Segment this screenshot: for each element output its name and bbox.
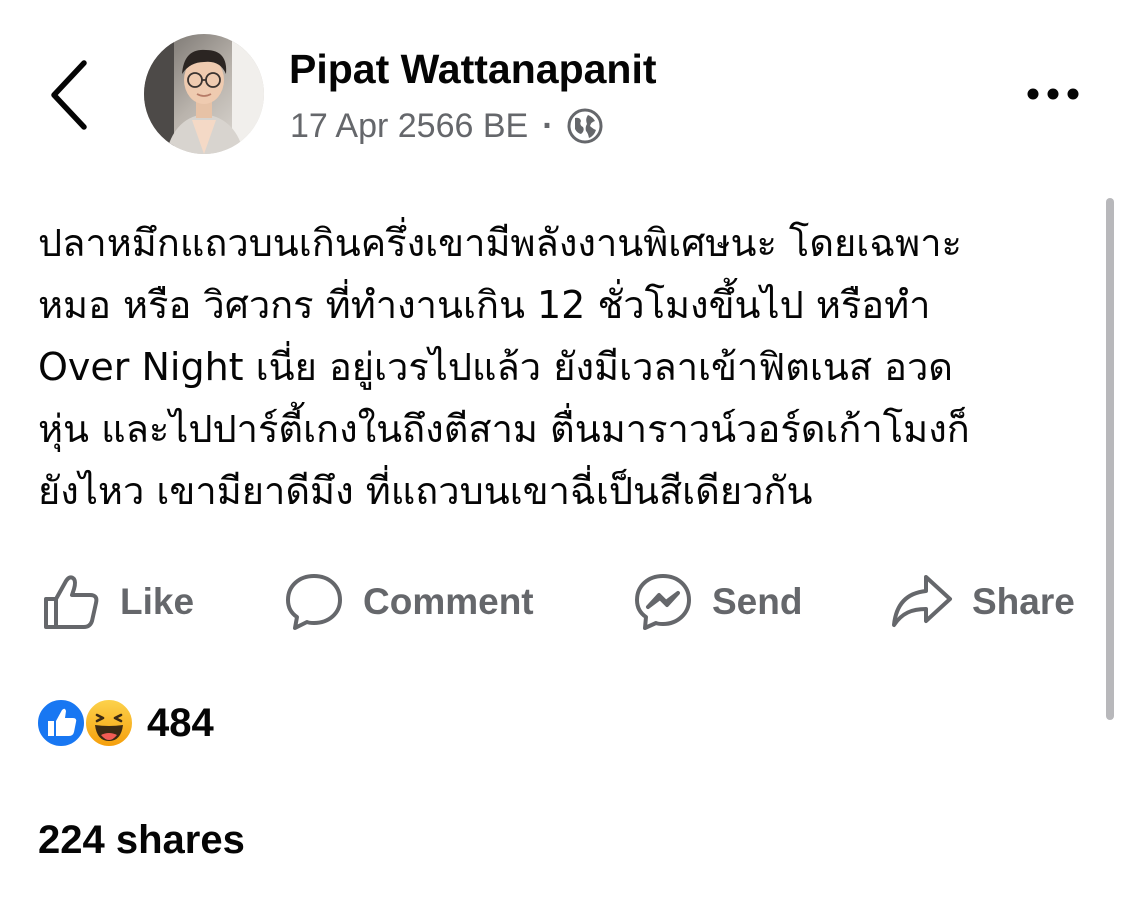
reactions-summary[interactable]: 484 [35,695,214,751]
avatar[interactable] [144,34,264,154]
share-arrow-icon [892,575,952,627]
chevron-left-icon [51,60,87,130]
meta-separator: · [542,106,554,145]
post-meta: 17 Apr 2566 BE · [290,104,604,148]
post-timestamp[interactable]: 17 Apr 2566 BE [290,107,528,146]
post-text: ปลาหมึกแถวบนเกินครึ่งเขามีพลังงานพิเศษนะ… [38,221,970,513]
more-horizontal-icon [1027,88,1079,100]
more-options-button[interactable] [1018,74,1088,114]
haha-reaction-icon [84,698,134,748]
like-label: Like [120,581,195,622]
globe-icon[interactable] [566,107,604,145]
share-label: Share [972,581,1075,622]
post-action-bar: Like Comment Send Share [0,570,1110,634]
like-reaction-icon [36,698,86,748]
thumbs-up-icon [44,575,99,629]
profile-photo [144,34,264,154]
send-label: Send [712,581,803,622]
author-name[interactable]: Pipat Wattanapanit [289,44,657,94]
send-button[interactable]: Send [632,570,802,634]
like-button[interactable]: Like [40,570,194,634]
comment-button[interactable]: Comment [283,570,534,634]
messenger-icon [635,574,691,630]
comment-label: Comment [363,581,534,622]
comment-bubble-icon [286,574,342,630]
reaction-count: 484 [147,700,214,745]
scrollbar[interactable] [1106,198,1114,720]
share-button[interactable]: Share [890,570,1075,634]
shares-count[interactable]: 224 shares [38,818,245,863]
back-button[interactable] [40,55,100,135]
